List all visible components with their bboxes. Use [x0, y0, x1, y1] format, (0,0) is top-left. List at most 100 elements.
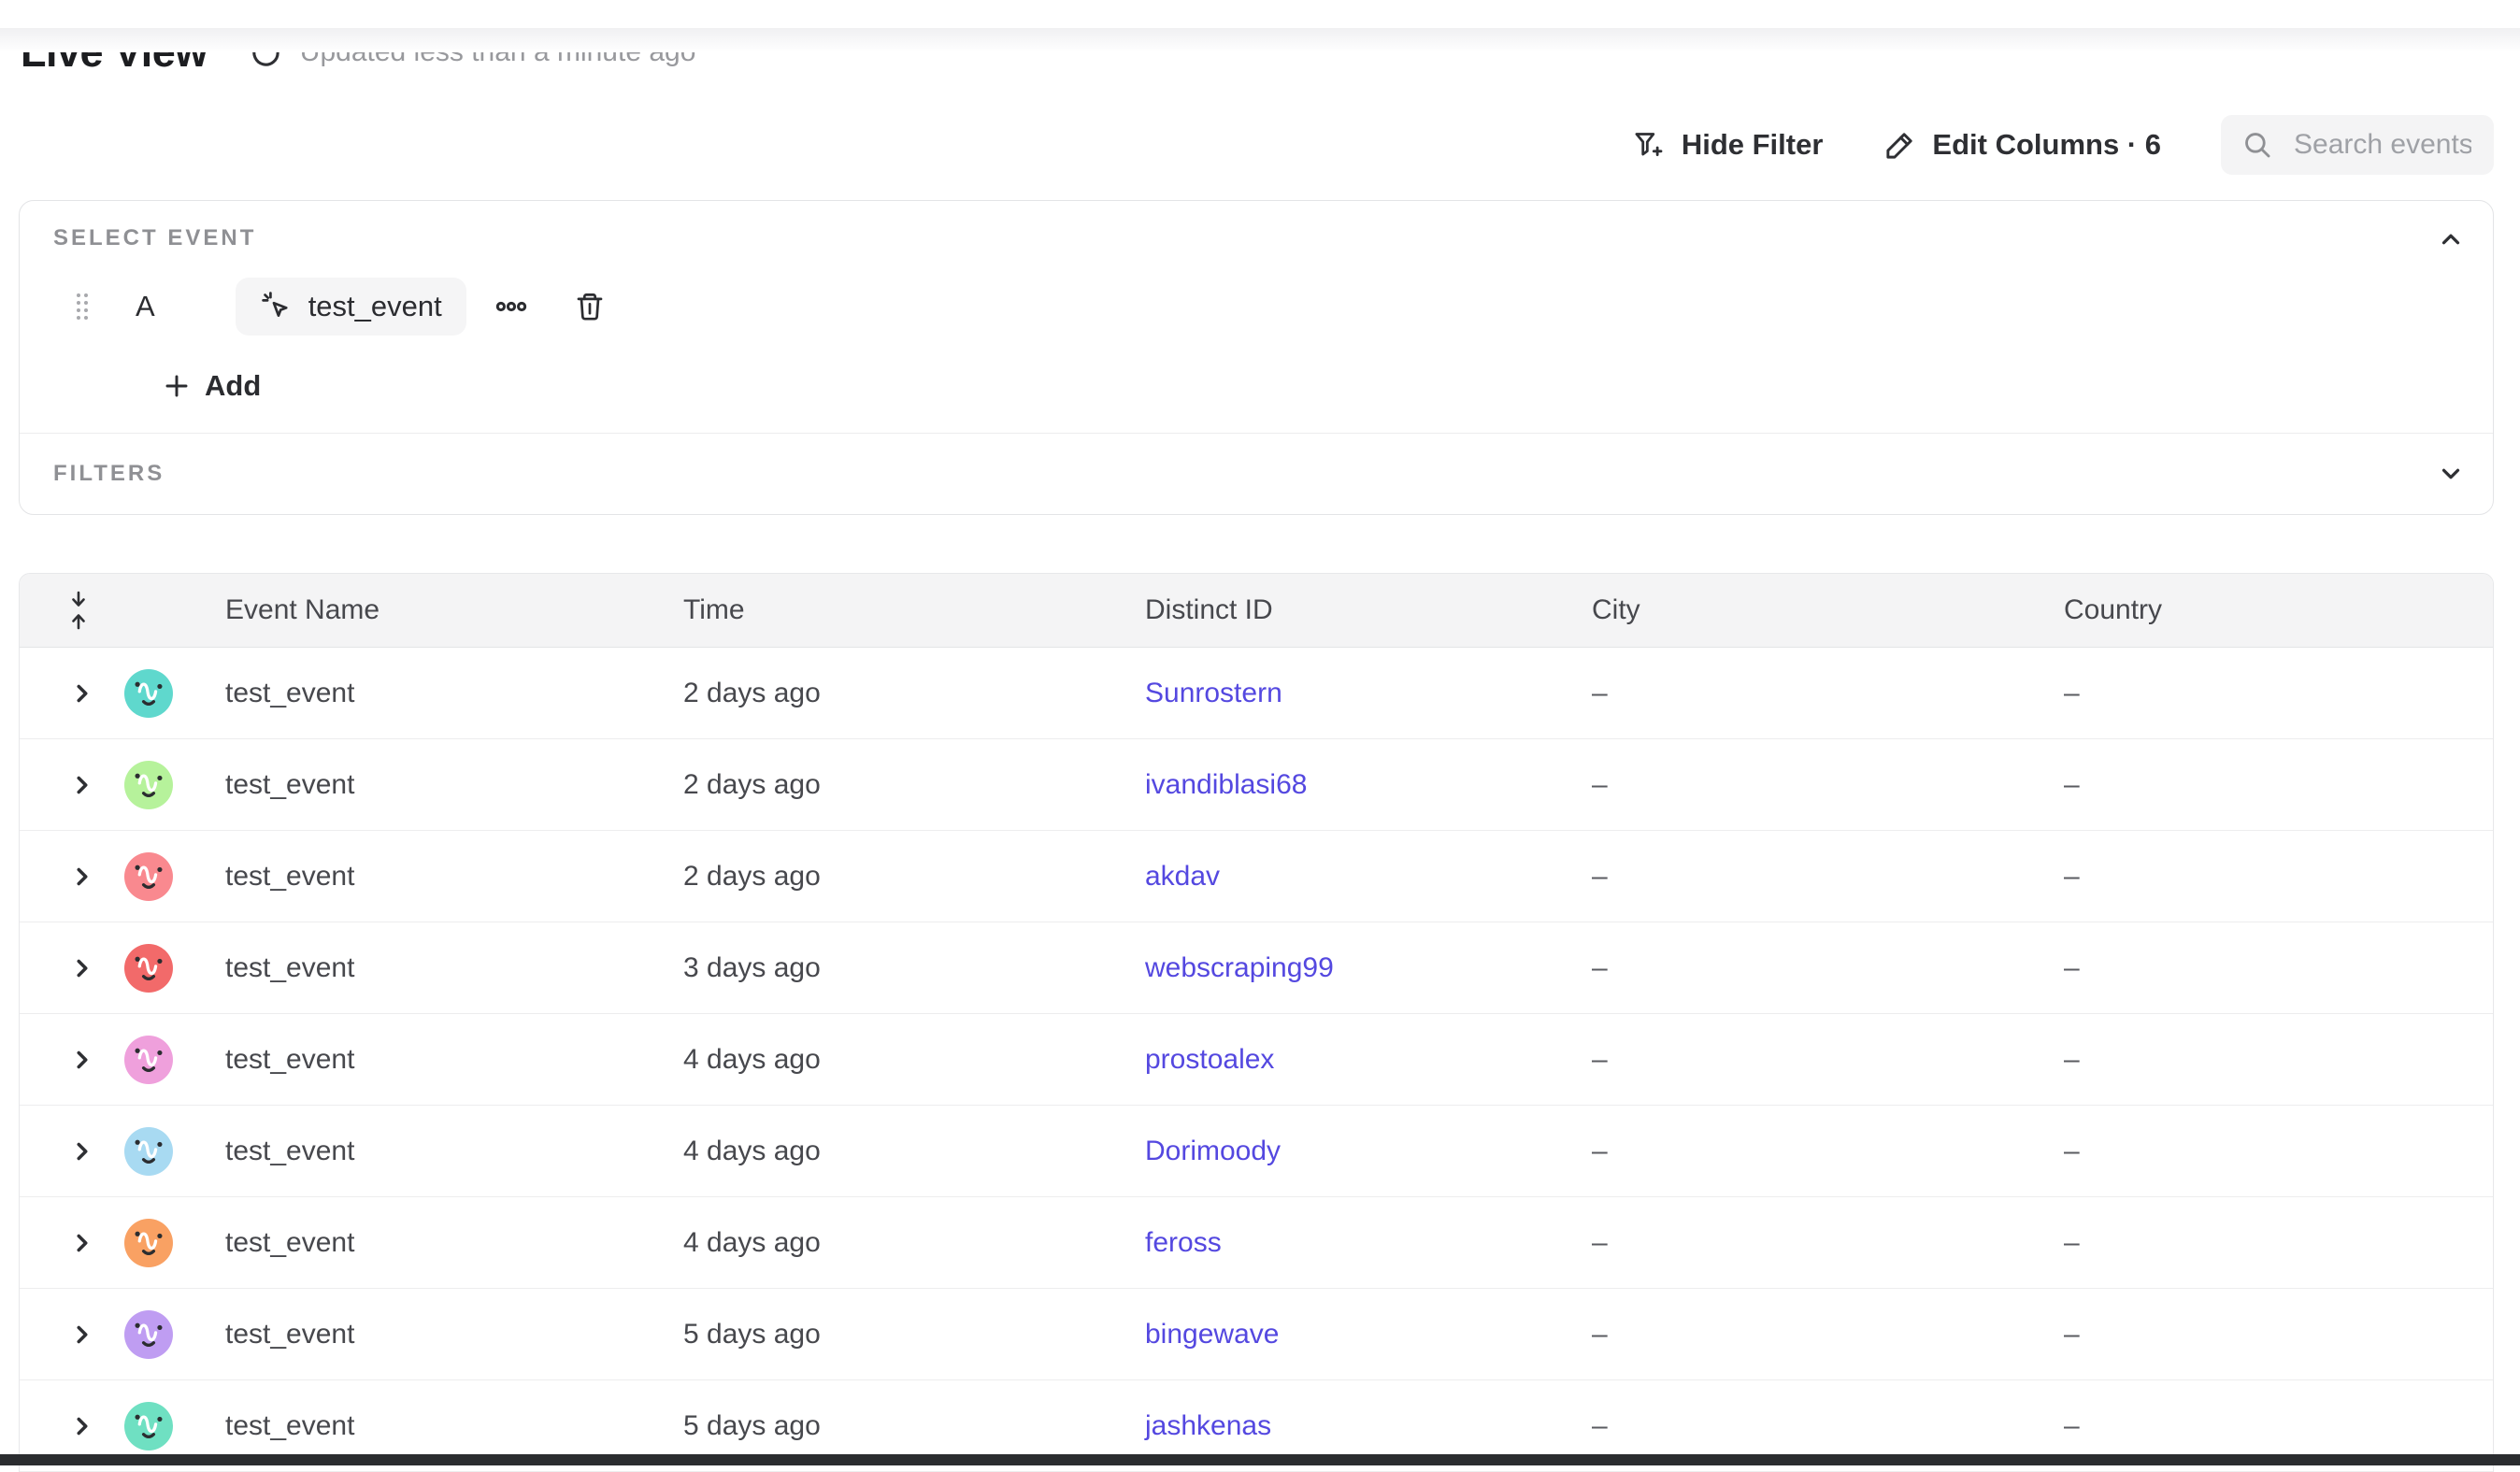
cell-distinct-id-link[interactable]: feross	[1145, 1227, 1592, 1259]
cell-city: –	[1592, 1044, 2064, 1076]
cell-city: –	[1592, 952, 2064, 984]
table-row: test_event 2 days ago akdav – –	[20, 831, 2493, 922]
collapse-select-event-button[interactable]	[2437, 225, 2465, 253]
cell-country: –	[2064, 1319, 2493, 1351]
cell-event-name: test_event	[225, 1044, 683, 1076]
edit-columns-button[interactable]: Edit Columns · 6	[1883, 128, 2161, 163]
cell-distinct-id-link[interactable]: jashkenas	[1145, 1410, 1592, 1442]
cell-country: –	[2064, 1136, 2493, 1167]
expand-row-button[interactable]	[68, 1412, 122, 1440]
updated-status: Updated less than a minute ago	[300, 36, 696, 68]
trash-icon	[573, 290, 607, 323]
expand-row-button[interactable]	[68, 1321, 122, 1349]
expand-row-button[interactable]	[68, 771, 122, 799]
avatar	[124, 1219, 173, 1267]
cell-time: 2 days ago	[683, 678, 1145, 709]
cell-country: –	[2064, 1410, 2493, 1442]
chevron-right-icon	[68, 771, 96, 799]
table-row: test_event 4 days ago prostoalex – –	[20, 1014, 2493, 1106]
select-event-label: SELECT EVENT	[53, 225, 2459, 251]
cell-country: –	[2064, 861, 2493, 893]
cell-event-name: test_event	[225, 769, 683, 801]
column-header-distinct-id: Distinct ID	[1145, 594, 1592, 626]
delete-event-button[interactable]	[573, 290, 607, 323]
expand-row-button[interactable]	[68, 1046, 122, 1074]
cell-distinct-id-link[interactable]: akdav	[1145, 861, 1592, 893]
add-event-button[interactable]: Add	[162, 369, 261, 403]
cell-time: 2 days ago	[683, 861, 1145, 893]
pencil-icon	[1883, 128, 1917, 163]
drag-handle[interactable]	[72, 289, 93, 324]
cell-event-name: test_event	[225, 861, 683, 893]
cell-city: –	[1592, 1227, 2064, 1259]
cell-country: –	[2064, 678, 2493, 709]
cell-time: 3 days ago	[683, 952, 1145, 984]
cell-city: –	[1592, 861, 2064, 893]
table-row: test_event 2 days ago ivandiblasi68 – –	[20, 739, 2493, 831]
cell-country: –	[2064, 1227, 2493, 1259]
hide-filter-button[interactable]: Hide Filter	[1632, 128, 1824, 163]
series-letter: A	[136, 290, 155, 323]
search-box[interactable]	[2221, 115, 2494, 175]
avatar	[124, 1402, 173, 1451]
bottom-bar	[0, 1454, 2520, 1465]
cell-distinct-id-link[interactable]: bingewave	[1145, 1319, 1592, 1351]
cell-time: 5 days ago	[683, 1410, 1145, 1442]
table-header-row: Event Name Time Distinct ID City Country	[20, 574, 2493, 648]
event-query-row: A test_event	[53, 278, 2459, 336]
cell-city: –	[1592, 1136, 2064, 1167]
cell-time: 5 days ago	[683, 1319, 1145, 1351]
cell-event-name: test_event	[225, 1319, 683, 1351]
table-row: test_event 4 days ago feross – –	[20, 1197, 2493, 1289]
cell-distinct-id-link[interactable]: prostoalex	[1145, 1044, 1592, 1076]
cell-distinct-id-link[interactable]: Dorimoody	[1145, 1136, 1592, 1167]
avatar	[124, 852, 173, 901]
cell-event-name: test_event	[225, 678, 683, 709]
search-input[interactable]	[2292, 128, 2473, 162]
drag-handle-icon	[72, 289, 93, 324]
refresh-button[interactable]	[249, 36, 283, 70]
expand-row-button[interactable]	[68, 1137, 122, 1165]
table-row: test_event 3 days ago webscraping99 – –	[20, 922, 2493, 1014]
table-row: test_event 4 days ago Dorimoody – –	[20, 1106, 2493, 1197]
cell-city: –	[1592, 769, 2064, 801]
chevron-right-icon	[68, 679, 96, 707]
cell-time: 4 days ago	[683, 1136, 1145, 1167]
column-header-city: City	[1592, 594, 2064, 626]
expand-row-button[interactable]	[68, 863, 122, 891]
expand-row-button[interactable]	[68, 1229, 122, 1257]
table-row: test_event 5 days ago bingewave – –	[20, 1289, 2493, 1380]
cell-event-name: test_event	[225, 952, 683, 984]
event-options-button[interactable]	[494, 290, 528, 323]
expand-row-button[interactable]	[68, 954, 122, 982]
cell-country: –	[2064, 1044, 2493, 1076]
cell-city: –	[1592, 1410, 2064, 1442]
event-selector-button[interactable]: test_event	[236, 278, 466, 336]
filters-section-toggle[interactable]: FILTERS	[20, 433, 2493, 514]
column-header-country: Country	[2064, 594, 2493, 626]
chevron-right-icon	[68, 1321, 96, 1349]
cell-distinct-id-link[interactable]: webscraping99	[1145, 952, 1592, 984]
avatar	[124, 761, 173, 809]
page-title: Live View	[21, 28, 208, 77]
cell-city: –	[1592, 1319, 2064, 1351]
chevron-right-icon	[68, 1046, 96, 1074]
chevron-right-icon	[68, 1229, 96, 1257]
edit-columns-label: Edit Columns · 6	[1932, 128, 2161, 162]
expand-row-button[interactable]	[68, 679, 122, 707]
table-row: test_event 2 days ago Sunrostern – –	[20, 648, 2493, 739]
cell-time: 4 days ago	[683, 1227, 1145, 1259]
avatar	[124, 1310, 173, 1359]
avatar	[124, 1036, 173, 1084]
column-header-time: Time	[683, 594, 1145, 626]
cell-distinct-id-link[interactable]: Sunrostern	[1145, 678, 1592, 709]
search-icon	[2241, 129, 2273, 161]
chevron-right-icon	[68, 954, 96, 982]
chevron-down-icon	[2437, 460, 2465, 488]
table-body: test_event 2 days ago Sunrostern – – tes…	[20, 648, 2493, 1472]
column-header-event-name: Event Name	[225, 594, 683, 626]
cell-city: –	[1592, 678, 2064, 709]
cell-distinct-id-link[interactable]: ivandiblasi68	[1145, 769, 1592, 801]
collapse-all-rows-button[interactable]	[68, 591, 122, 630]
cell-event-name: test_event	[225, 1227, 683, 1259]
